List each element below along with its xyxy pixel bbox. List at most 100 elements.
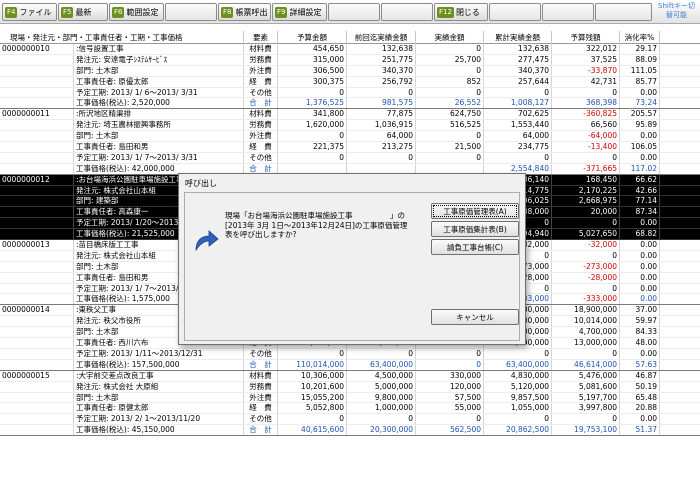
cost-element-cell: その他 xyxy=(244,152,278,163)
budget-amount-cell: 0 xyxy=(278,152,347,163)
project-detail-cell: :信号設置工事 xyxy=(74,44,244,54)
consumption-rate-cell: 59.97 xyxy=(620,316,660,327)
f7-empty-button[interactable] xyxy=(165,3,217,21)
col-header-rate[interactable]: 消化率% xyxy=(620,31,660,44)
table-row[interactable]: 予定工期: 2013/ 2/ 1～2013/11/20 その他 0 0 0 0 0 0.00 xyxy=(0,414,700,426)
budget-amount-cell: 1,376,525 xyxy=(278,98,347,109)
consumption-rate-cell: 0.00 xyxy=(620,283,660,294)
budget-remaining-cell: 5,197,700 xyxy=(552,392,620,403)
column-header-row: 現場・発注元・部門・工事責任者・工期・工事価格 要素 予算金額 前回迄実績金額 … xyxy=(0,31,700,44)
cost-summary-table-button[interactable]: 工事原価集計表(B) xyxy=(431,221,519,237)
col-header-budget[interactable]: 予算金額 xyxy=(278,31,347,44)
project-code-cell xyxy=(0,348,74,359)
budget-remaining-cell: 46,614,000 xyxy=(552,359,620,370)
empty-button-6[interactable] xyxy=(542,3,594,21)
file-button[interactable]: F4 ファイル xyxy=(2,3,57,21)
report-call-button[interactable]: F8 帳票呼出 xyxy=(218,3,271,21)
budget-remaining-cell: 2,668,975 xyxy=(552,196,620,207)
consumption-rate-cell: 205.57 xyxy=(620,109,660,120)
f11-empty-button[interactable] xyxy=(381,3,433,21)
close-button[interactable]: F12 閉じる xyxy=(434,3,488,21)
table-row[interactable]: 部門: 土木部 外注費 306,500 340,370 0 340,370 -33,870 1… xyxy=(0,65,700,77)
consumption-rate-cell: 0.00 xyxy=(620,348,660,359)
col-header-previous[interactable]: 前回迄実績金額 xyxy=(347,31,416,44)
table-row[interactable]: 0000000010:信号設置工事 材料費 454,650 132,638 0 132,6… xyxy=(0,44,700,55)
budget-remaining-cell: 0 xyxy=(552,250,620,261)
table-row[interactable]: 部門: 土木部 外注費 0 64,000 0 64,000 -64,000 0.00 xyxy=(0,131,700,143)
f9-key-badge: F9 xyxy=(275,6,288,18)
table-row[interactable]: 発注元: 埼玉農林振興事務所 労務費 1,620,000 1,036,915 516,5… xyxy=(0,120,700,132)
col-header-cumulative[interactable]: 累計実績金額 xyxy=(484,31,552,44)
consumption-rate-cell: 48.00 xyxy=(620,338,660,348)
table-row[interactable]: 予定工期: 2013/ 1/ 6～2013/ 3/31 その他 0 0 0 0 0 0.00 xyxy=(0,87,700,99)
cost-element-cell: 労務費 xyxy=(244,54,278,65)
table-row[interactable]: 部門: 土木部 外注費 15,055,200 9,800,000 57,500 9,857… xyxy=(0,392,700,404)
empty-button-5[interactable] xyxy=(489,3,541,21)
table-row[interactable]: 予定工期: 2013/ 1/11～2013/12/31 その他 0 0 0 0 0 0.00 xyxy=(0,348,700,360)
budget-remaining-cell: -360,825 xyxy=(552,109,620,120)
budget-remaining-cell: 3,997,800 xyxy=(552,403,620,414)
table-row[interactable]: 工事責任者: 原優太郎経 費 300,375 256,792 852 257,644 42… xyxy=(0,76,700,88)
project-detail-cell: 工事価格(税込): 45,150,000 xyxy=(74,425,244,436)
refresh-button[interactable]: F5 最新 xyxy=(58,3,108,21)
project-detail-cell: 部門: 土木部 xyxy=(74,392,244,403)
table-row[interactable]: 0000000015:大宇前交差点改良工事 材料費 10,306,000 4,500,… xyxy=(0,370,700,382)
table-row[interactable]: 工事責任者: 原健太郎経 費 5,052,800 1,000,000 55,000 1,… xyxy=(0,403,700,415)
actual-amount-cell: 0 xyxy=(416,65,484,76)
budget-remaining-cell: 322,012 xyxy=(552,44,620,54)
project-code-cell xyxy=(0,185,74,196)
col-header-project[interactable]: 現場・発注元・部門・工事責任者・工期・工事価格 xyxy=(0,31,244,44)
budget-remaining-cell: 5,476,000 xyxy=(552,370,620,381)
cost-element-cell: 経 費 xyxy=(244,403,278,414)
total-row[interactable]: 工事価格(税込): 157,500,000 合 計 110,014,000 63,40… xyxy=(0,359,700,371)
previous-actual-cell: 63,400,000 xyxy=(347,359,416,370)
consumption-rate-cell: 20.88 xyxy=(620,403,660,414)
contract-ledger-button[interactable]: 請負工事台帳(C) xyxy=(431,239,519,255)
budget-amount-cell: 1,620,000 xyxy=(278,120,347,131)
table-row[interactable]: 0000000011:所沢地区精渠排 材料費 341,800 77,875 624,75… xyxy=(0,109,700,121)
col-header-actual[interactable]: 実績金額 xyxy=(416,31,484,44)
project-code-cell xyxy=(0,152,74,163)
col-header-remaining[interactable]: 予算残額 xyxy=(552,31,620,44)
project-code-cell: 0000000012 xyxy=(0,174,74,185)
actual-amount-cell: 330,000 xyxy=(416,370,484,381)
budget-remaining-cell: -64,000 xyxy=(552,131,620,142)
actual-amount-cell: 0 xyxy=(416,348,484,359)
budget-remaining-cell: 20,000 xyxy=(552,207,620,218)
project-code-cell xyxy=(0,381,74,392)
table-row[interactable]: 予定工期: 2013/ 1/ 7～2013/ 3/31 その他 0 0 0 0 0 0.00 xyxy=(0,152,700,164)
cost-management-table-button[interactable]: 工事原価管理表(A) xyxy=(431,203,519,219)
detail-setting-button[interactable]: F9 詳細設定 xyxy=(272,3,327,21)
budget-remaining-cell: 0 xyxy=(552,414,620,425)
col-header-element[interactable]: 要素 xyxy=(244,31,278,44)
cost-element-cell: その他 xyxy=(244,87,278,98)
budget-amount-cell: 0 xyxy=(278,131,347,142)
f10-empty-button[interactable] xyxy=(328,3,380,21)
actual-amount-cell: 562,500 xyxy=(416,425,484,436)
previous-actual-cell: 981,575 xyxy=(347,98,416,109)
cumulative-actual-cell: 0 xyxy=(484,87,552,98)
close-label: 閉じる xyxy=(455,7,480,17)
table-row[interactable]: 工事責任者: 島田和男経 費 221,375 213,275 21,500 234,77… xyxy=(0,142,700,153)
consumption-rate-cell: 77.14 xyxy=(620,196,660,207)
total-row[interactable]: 工事価格(税込): 2,520,000 合 計 1,376,525 981,575 26… xyxy=(0,98,700,110)
cumulative-actual-cell: 64,000 xyxy=(484,131,552,142)
table-row[interactable]: 発注元: 安達電子ｼｽﾃﾑｻｰﾋﾞｽ 労務費 315,000 251,775 25,70… xyxy=(0,54,700,66)
cumulative-actual-cell: 257,644 xyxy=(484,76,552,87)
cost-element-cell: その他 xyxy=(244,414,278,425)
project-detail-cell: 工事価格(税込): 157,500,000 xyxy=(74,359,244,370)
project-detail-cell: :大宇前交差点改良工事 xyxy=(74,370,244,381)
table-row[interactable]: 発注元: 株式会社 大原組 労務費 10,201,600 5,000,000 120,0… xyxy=(0,381,700,393)
project-code-cell xyxy=(0,272,74,283)
actual-amount-cell: 0 xyxy=(416,44,484,54)
empty-button-7[interactable] xyxy=(595,3,652,21)
project-detail-cell: 発注元: 埼玉農林振興事務所 xyxy=(74,120,244,131)
cost-element-cell: 外注費 xyxy=(244,65,278,76)
consumption-rate-cell: 50.19 xyxy=(620,381,660,392)
total-row[interactable]: 工事価格(税込): 45,150,000 合 計 40,615,600 20,300,… xyxy=(0,425,700,437)
range-setting-button[interactable]: F6 範囲設定 xyxy=(109,3,164,21)
cancel-button[interactable]: キャンセル xyxy=(431,309,519,325)
budget-remaining-cell: 4,700,000 xyxy=(552,327,620,338)
budget-amount-cell: 454,650 xyxy=(278,44,347,54)
cumulative-actual-cell: 9,857,500 xyxy=(484,392,552,403)
